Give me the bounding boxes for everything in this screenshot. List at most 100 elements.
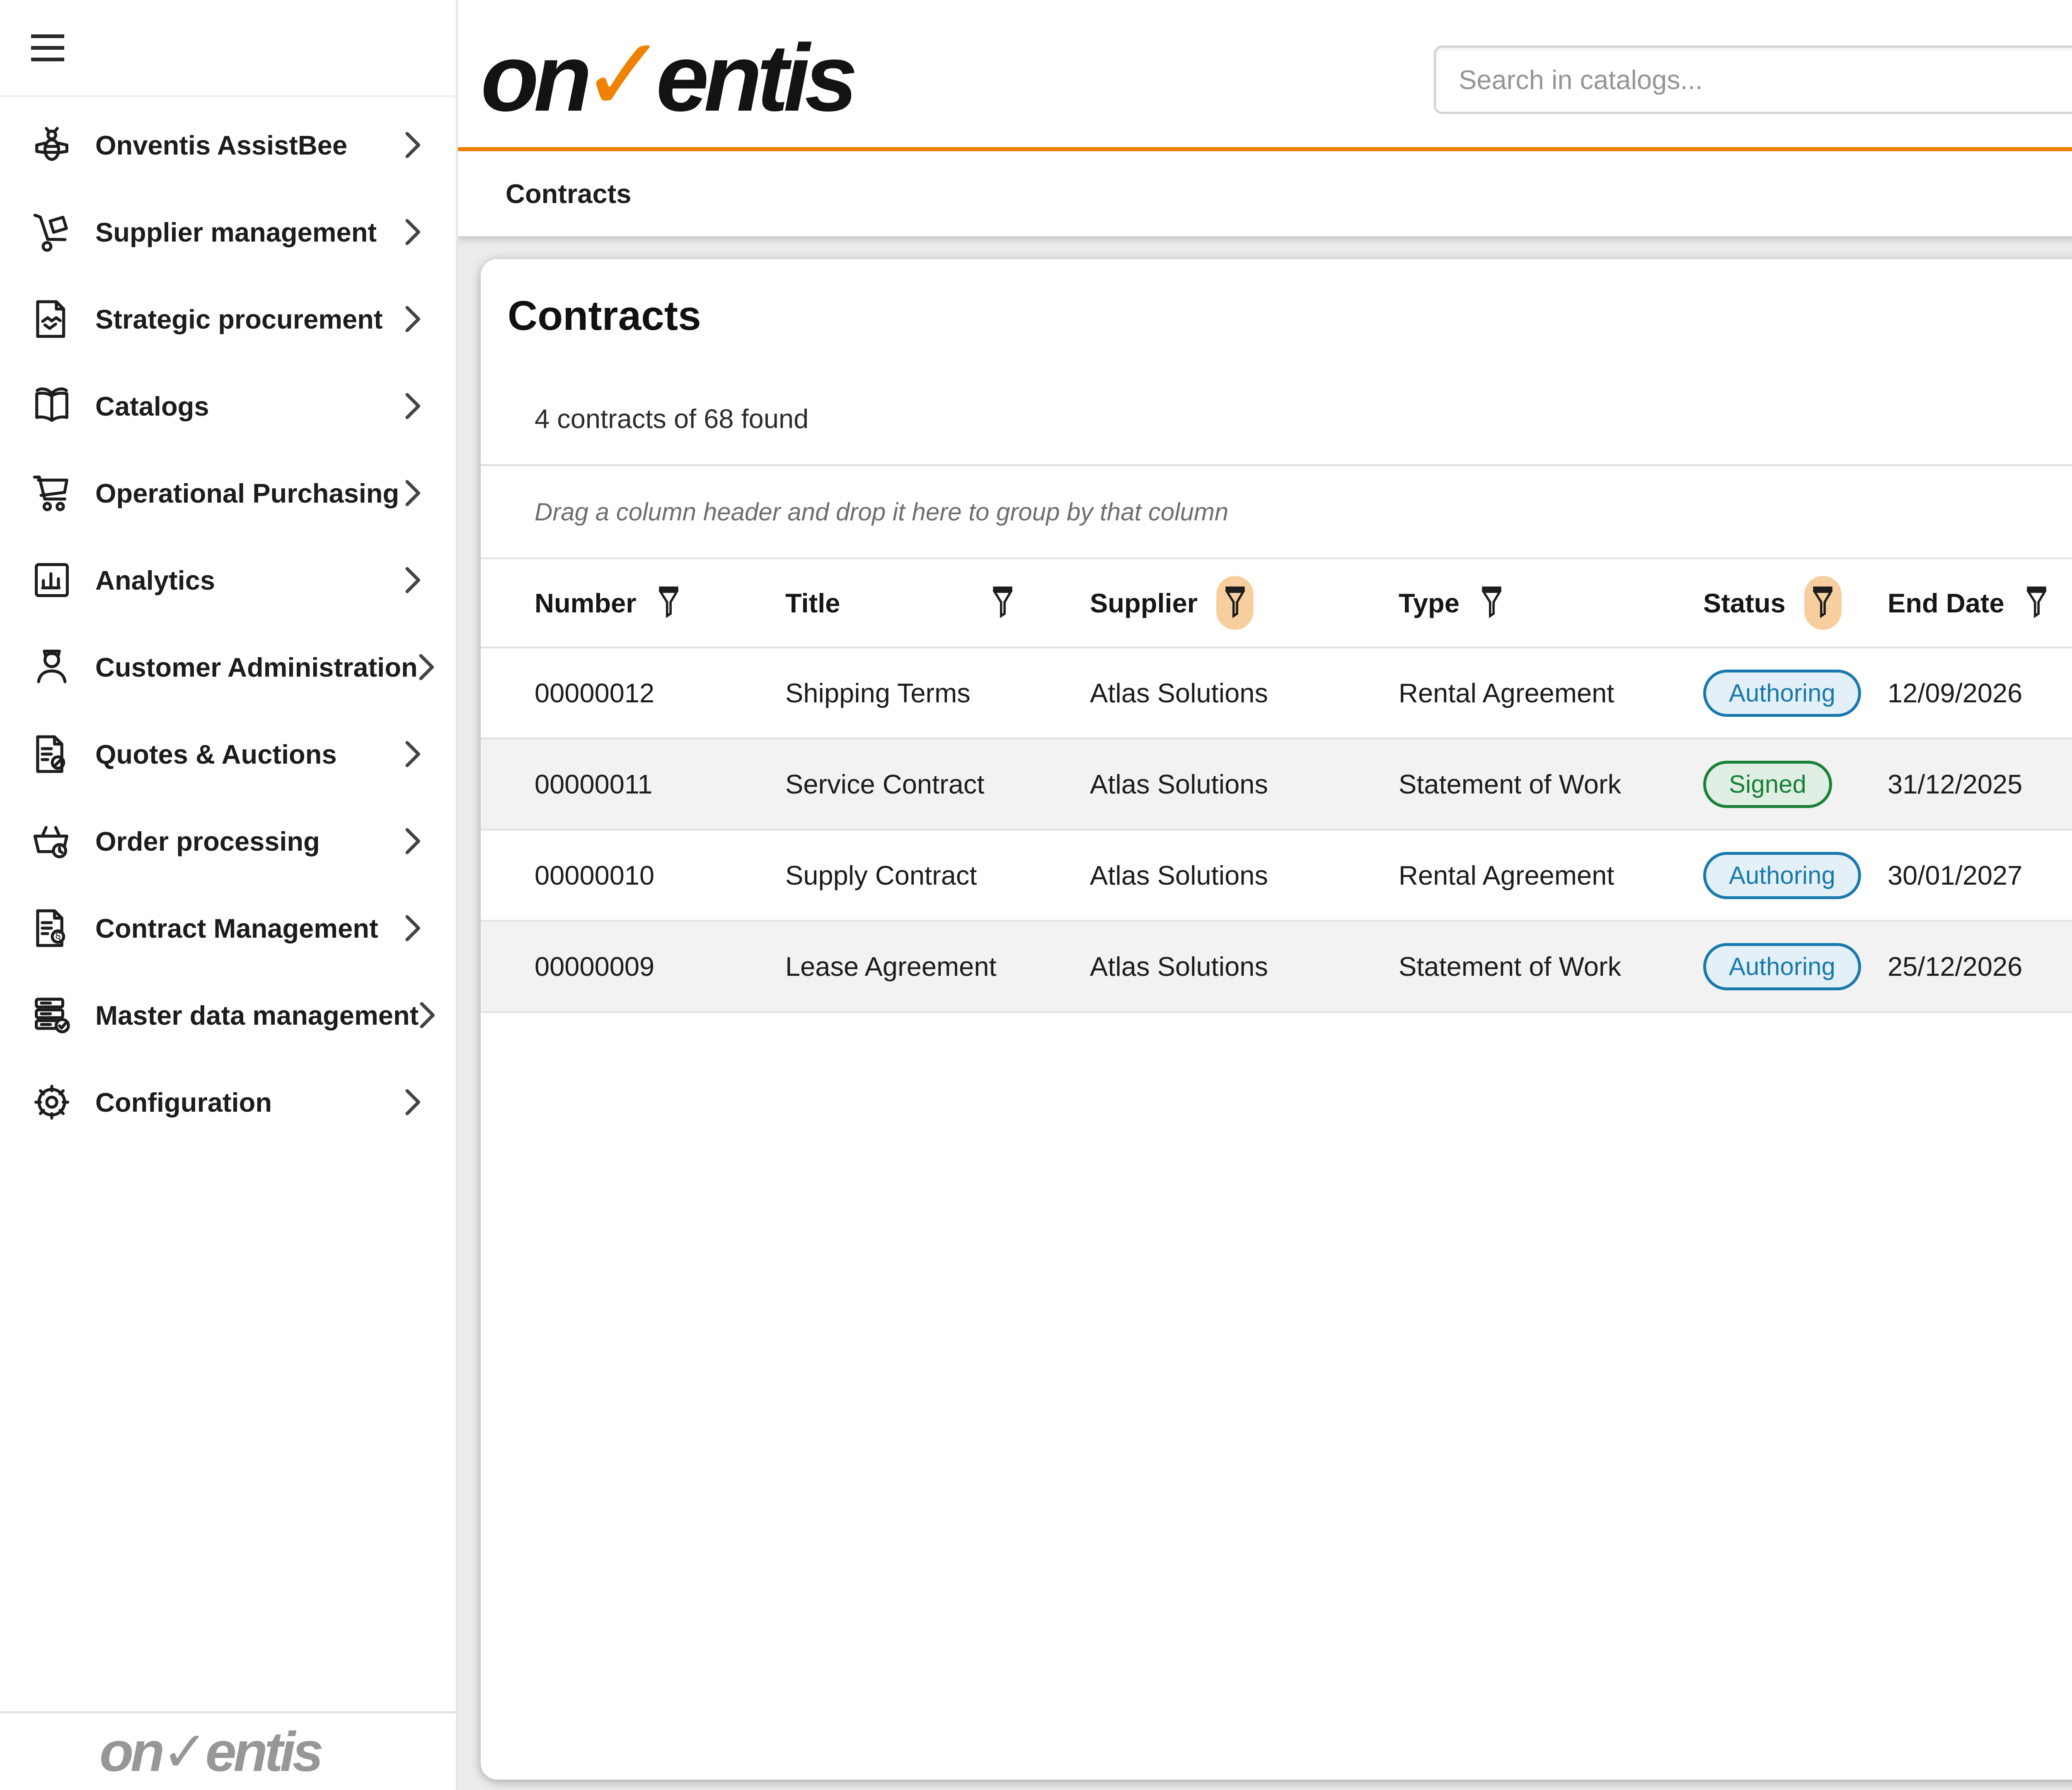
- cell-number: 00000010: [535, 860, 785, 891]
- sidebar-item-label: Customer Administration: [95, 652, 418, 683]
- status-badge: Authoring: [1703, 670, 1861, 717]
- sidebar-item-label: Contract Management: [95, 913, 404, 944]
- breadcrumb[interactable]: Contracts: [506, 178, 631, 209]
- sidebar-header: [0, 0, 456, 97]
- table-row[interactable]: 00000010Supply ContractAtlas SolutionsRe…: [481, 829, 2072, 920]
- onventis-logo[interactable]: on✓entis: [481, 15, 852, 135]
- sidebar-item-strategic-procurement[interactable]: Strategic procurement: [0, 276, 456, 363]
- active-filter-indicator: [1804, 576, 1842, 630]
- table-row[interactable]: 00000009Lease AgreementAtlas SolutionsSt…: [481, 920, 2072, 1013]
- document-percent-icon: [29, 731, 75, 777]
- page-title: Contracts: [508, 292, 701, 340]
- sidebar-item-analytics[interactable]: Analytics: [0, 537, 456, 624]
- sidebar-item-customer-administration[interactable]: Customer Administration: [0, 624, 456, 711]
- document-paragraph-icon: §: [29, 905, 75, 951]
- basket-clock-icon: [29, 818, 75, 864]
- column-label: Number: [535, 588, 637, 619]
- column-header-status[interactable]: Status: [1703, 576, 1888, 630]
- sidebar-item-label: Supplier management: [95, 217, 404, 248]
- column-label: Supplier: [1090, 588, 1198, 619]
- chevron-right-icon: [419, 1001, 437, 1030]
- column-header-end_date[interactable]: End Date: [1888, 584, 2072, 622]
- sidebar-item-order-processing[interactable]: Order processing: [0, 798, 456, 885]
- cell-number: 00000009: [535, 951, 785, 982]
- status-badge: Authoring: [1703, 943, 1861, 990]
- column-label: Title: [785, 588, 840, 619]
- chevron-right-icon: [404, 218, 423, 247]
- chevron-right-icon: [418, 653, 436, 682]
- sidebar-item-label: Analytics: [95, 565, 404, 596]
- chevron-right-icon: [404, 827, 423, 856]
- chevron-right-icon: [404, 914, 423, 943]
- content-area: Contracts Create contract 4 contracts of…: [456, 236, 2072, 1790]
- cell-status: Authoring: [1703, 670, 1888, 717]
- column-label: Type: [1399, 588, 1460, 619]
- sidebar-item-label: Order processing: [95, 826, 404, 857]
- column-header-type[interactable]: Type: [1399, 584, 1703, 622]
- table-row[interactable]: 00000011Service ContractAtlas SolutionsS…: [481, 738, 2072, 829]
- table-header-row: NumberTitleSupplierTypeStatusEnd DateHas…: [481, 559, 2072, 648]
- cell-title: Supply Contract: [785, 860, 1090, 891]
- column-header-supplier[interactable]: Supplier: [1090, 576, 1399, 630]
- cell-type: Statement of Work: [1399, 769, 1703, 800]
- sidebar-item-contract-management[interactable]: § Contract Management: [0, 885, 456, 972]
- cell-end_date: 12/09/2026: [1888, 677, 2072, 709]
- cell-supplier: Atlas Solutions: [1090, 860, 1399, 891]
- result-count: 4 contracts of 68 found: [535, 403, 808, 434]
- cell-status: Authoring: [1703, 852, 1888, 899]
- hamburger-menu-icon[interactable]: [31, 34, 64, 61]
- chevron-right-icon: [404, 740, 423, 769]
- app-root: Onventis AssistBee Supplier management Str…: [0, 0, 2072, 1790]
- sidebar-item-catalogs[interactable]: Catalogs: [0, 363, 456, 450]
- filter-funnel-icon[interactable]: [2023, 584, 2050, 622]
- filter-funnel-icon[interactable]: [1478, 584, 1505, 622]
- group-by-zone[interactable]: Drag a column header and drop it here to…: [481, 466, 2072, 559]
- sidebar-item-label: Configuration: [95, 1087, 404, 1118]
- shopping-cart-icon: [29, 470, 75, 516]
- sidebar-item-operational-purchasing[interactable]: Operational Purchasing: [0, 450, 456, 537]
- column-label: End Date: [1888, 588, 2004, 619]
- cell-supplier: Atlas Solutions: [1090, 951, 1399, 982]
- gear-icon: [29, 1079, 75, 1125]
- search-input[interactable]: [1436, 64, 2072, 95]
- column-header-title[interactable]: Title: [785, 584, 1090, 622]
- cell-type: Statement of Work: [1399, 951, 1703, 982]
- sidebar-item-onventis-assistbee[interactable]: Onventis AssistBee: [0, 102, 456, 189]
- filter-funnel-icon[interactable]: [989, 584, 1016, 622]
- sidebar-item-label: Strategic procurement: [95, 304, 404, 335]
- database-check-icon: [29, 992, 75, 1038]
- column-header-number[interactable]: Number: [535, 584, 785, 622]
- user-icon: [29, 644, 75, 690]
- sidebar-item-master-data-management[interactable]: Master data management: [0, 972, 456, 1059]
- sidebar-item-label: Catalogs: [95, 391, 404, 422]
- cell-title: Service Contract: [785, 769, 1090, 800]
- filter-funnel-icon[interactable]: [655, 584, 682, 622]
- sidebar-item-label: Onventis AssistBee: [95, 130, 404, 161]
- contracts-card: Contracts Create contract 4 contracts of…: [481, 259, 2072, 1780]
- sidebar-footer: on✓entis: [0, 1711, 456, 1790]
- filter-toolbar: 4 contracts of 68 found Clear filters: [481, 373, 2072, 466]
- column-label: Status: [1703, 588, 1786, 619]
- table-row[interactable]: 00000012Shipping TermsAtlas SolutionsRen…: [481, 648, 2072, 738]
- hand-truck-icon: [29, 209, 75, 255]
- active-filter-indicator: [1216, 576, 1254, 630]
- cell-number: 00000011: [535, 769, 785, 800]
- table-body: 00000012Shipping TermsAtlas SolutionsRen…: [481, 648, 2072, 1013]
- sidebar-item-configuration[interactable]: Configuration: [0, 1059, 456, 1146]
- cell-supplier: Atlas Solutions: [1090, 769, 1399, 800]
- cell-number: 00000012: [535, 677, 785, 709]
- cell-end_date: 30/01/2027: [1888, 860, 2072, 891]
- chevron-right-icon: [404, 566, 423, 595]
- bee-icon: [29, 122, 75, 168]
- sidebar-item-quotes-auctions[interactable]: Quotes & Auctions: [0, 711, 456, 798]
- handshake-document-icon: [29, 296, 75, 342]
- chevron-right-icon: [404, 305, 423, 334]
- filter-funnel-icon[interactable]: [1809, 584, 1836, 622]
- sidebar-item-label: Master data management: [95, 1000, 419, 1031]
- filter-funnel-icon[interactable]: [1222, 584, 1249, 622]
- cell-status: Authoring: [1703, 943, 1888, 990]
- sidebar-item-supplier-management[interactable]: Supplier management: [0, 189, 456, 276]
- cell-status: Signed: [1703, 761, 1888, 808]
- status-badge: Authoring: [1703, 852, 1861, 899]
- sidebar: Onventis AssistBee Supplier management Str…: [0, 0, 458, 1790]
